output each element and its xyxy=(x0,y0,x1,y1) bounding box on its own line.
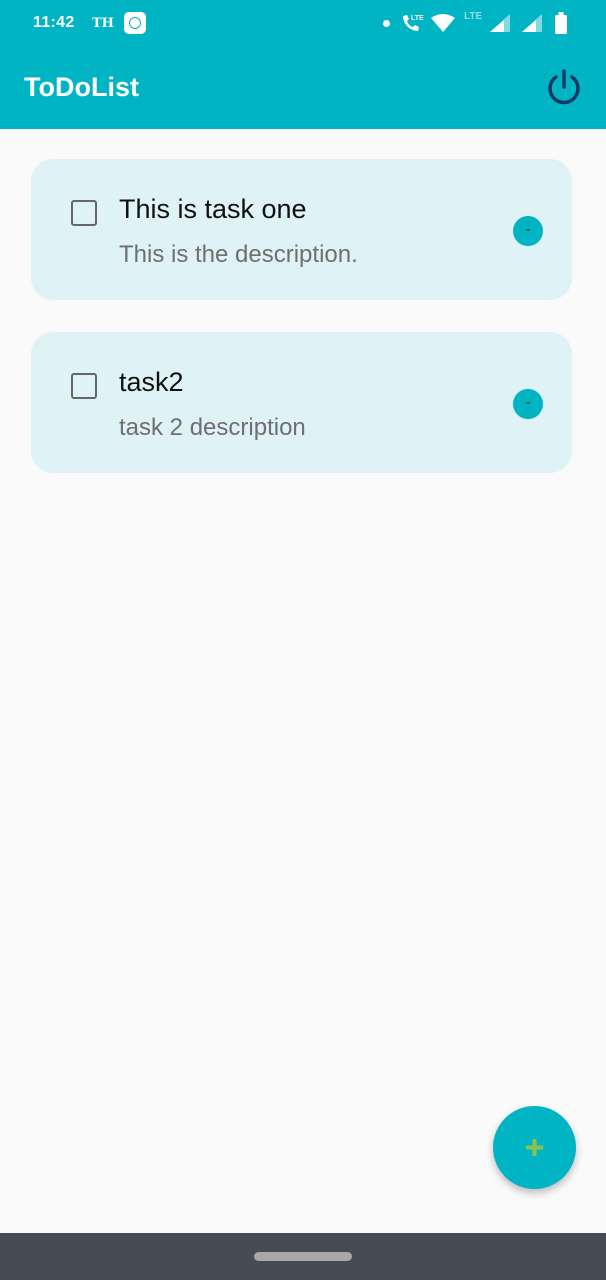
power-icon[interactable] xyxy=(544,68,584,108)
task-title: task2 xyxy=(119,367,184,397)
task-card: This is task one This is the description… xyxy=(31,159,572,300)
app-bar: ToDoList xyxy=(0,48,606,129)
status-bar: 11:42 TH LTE LTE xyxy=(0,0,606,48)
plus-icon xyxy=(526,1139,543,1156)
app-title: ToDoList xyxy=(24,72,139,102)
notification-dot-icon xyxy=(383,20,390,27)
status-carrier: TH xyxy=(92,16,114,31)
task-description: task 2 description xyxy=(119,414,306,441)
signal-strength-secondary-icon xyxy=(522,14,542,32)
task-checkbox[interactable] xyxy=(71,373,97,399)
battery-icon xyxy=(555,12,567,34)
task-checkbox[interactable] xyxy=(71,200,97,226)
add-task-button[interactable] xyxy=(493,1106,576,1189)
wifi-icon xyxy=(431,14,455,32)
home-gesture-handle[interactable] xyxy=(254,1252,352,1261)
lte-dim-label: LTE xyxy=(464,11,483,22)
volte-call-icon: LTE xyxy=(403,15,424,31)
task-description: This is the description. xyxy=(119,241,358,268)
task-title: This is task one xyxy=(119,194,307,224)
signal-strength-icon xyxy=(490,14,510,32)
system-nav-bar xyxy=(0,1233,606,1280)
status-time: 11:42 xyxy=(33,14,75,31)
remove-task-button[interactable]: - xyxy=(513,216,543,246)
remove-task-button[interactable]: - xyxy=(513,389,543,419)
notification-app-icon xyxy=(124,12,146,34)
task-card: task2 task 2 description - xyxy=(31,332,572,473)
lte-label: LTE xyxy=(411,15,424,22)
